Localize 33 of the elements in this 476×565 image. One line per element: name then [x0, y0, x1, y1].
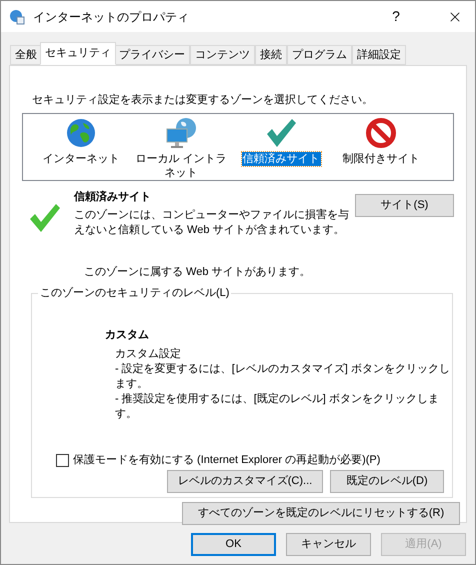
- tab[interactable]: 詳細設定: [352, 45, 406, 65]
- ok-button[interactable]: OK: [191, 533, 276, 556]
- zone-item[interactable]: 制限付きサイト: [342, 152, 420, 166]
- zone-note: このゾーンに属する Web サイトがあります。: [84, 265, 312, 280]
- sites-button[interactable]: サイト(S): [355, 194, 454, 216]
- customize-level-button[interactable]: レベルのカスタマイズ(C)...: [167, 470, 323, 492]
- level-description: - 推奨設定を使用するには、[既定のレベル] ボタンをクリックします。: [115, 392, 440, 422]
- zone-item[interactable]: インターネット: [42, 152, 120, 166]
- tab[interactable]: 全般: [10, 45, 42, 65]
- level-description: - 設定を変更するには、[レベルのカスタマイズ] ボタンをクリックします。: [115, 362, 451, 392]
- default-level-button[interactable]: 既定のレベル(D): [330, 470, 444, 492]
- help-button[interactable]: ?: [381, 6, 411, 27]
- window-title: インターネットのプロパティ: [33, 8, 189, 26]
- checkbox-label: 保護モードを有効にする (Internet Explorer の再起動が必要)(P): [73, 452, 380, 468]
- checkmark-icon: [264, 116, 298, 148]
- dialog-button[interactable]: キャンセル: [286, 533, 371, 556]
- computer-globe-icon: [164, 116, 198, 148]
- prohibited-icon: [365, 116, 397, 148]
- zone-item[interactable]: 信頼済みサイト: [242, 152, 320, 166]
- zone-prompt: セキュリティ設定を表示または変更するゾーンを選択してください。: [32, 92, 374, 108]
- tab[interactable]: コンテンツ: [190, 45, 255, 65]
- checkbox[interactable]: [56, 454, 69, 467]
- level-description: カスタム設定: [115, 347, 182, 362]
- reset-button[interactable]: すべてのゾーンを既定のレベルにリセットする(R): [182, 502, 460, 524]
- zone-title: 信頼済みサイト: [74, 190, 152, 204]
- tab[interactable]: セキュリティ: [40, 42, 116, 65]
- zone-description: このゾーンには、コンピューターやファイルに損害を与えないと信頼している Web サイトが含まれています。: [74, 208, 350, 238]
- tab[interactable]: プログラム: [287, 45, 352, 65]
- level-name: カスタム: [105, 328, 150, 342]
- group-legend: このゾーンのセキュリティのレベル(L): [38, 284, 232, 301]
- tab[interactable]: 接続: [255, 45, 287, 65]
- tab[interactable]: プライバシー: [114, 45, 190, 65]
- zone-item[interactable]: ローカル イントラネット: [134, 152, 228, 180]
